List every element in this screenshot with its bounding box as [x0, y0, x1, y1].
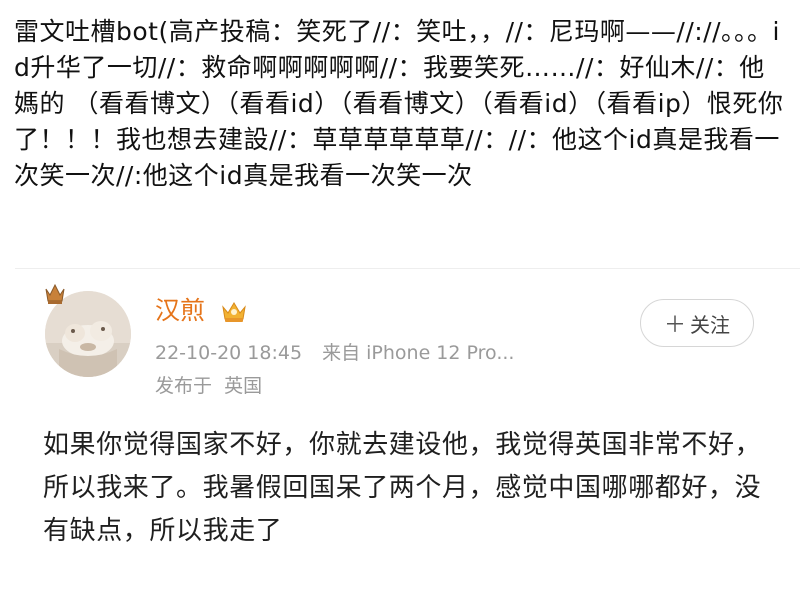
post-meta: 22-10-20 18:45 来自 iPhone 12 Pro... — [155, 340, 528, 366]
post-body: 如果你觉得国家不好，你就去建设他，我觉得英国非常不好，所以我来了。我暑假回国呆了… — [43, 430, 762, 546]
plus-icon: ＋ — [663, 313, 686, 338]
location-prefix: 发布于 — [155, 375, 213, 397]
post-username[interactable]: 汉煎 — [155, 295, 205, 327]
follow-label: 关注 — [690, 312, 730, 337]
vip-badge-icon — [222, 302, 246, 322]
caption-text: 雷文吐槽bot(高产投稿：笑死了//：笑吐，，//：尼玛啊——//://。。。i… — [14, 17, 784, 190]
post-source: 来自 iPhone 12 Pro... — [322, 342, 515, 364]
post-timestamp: 22-10-20 18:45 — [155, 342, 303, 364]
follow-button[interactable]: ＋ 关注 — [640, 299, 754, 347]
crown-icon — [45, 283, 65, 304]
avatar-area[interactable] — [37, 277, 137, 377]
weibo-post-card: 汉煎 22-10-20 18:45 来自 iPhone 12 Pro... 发布… — [15, 268, 800, 598]
location-value: 英国 — [224, 375, 263, 397]
post-location: 发布于 英国 — [155, 373, 268, 399]
